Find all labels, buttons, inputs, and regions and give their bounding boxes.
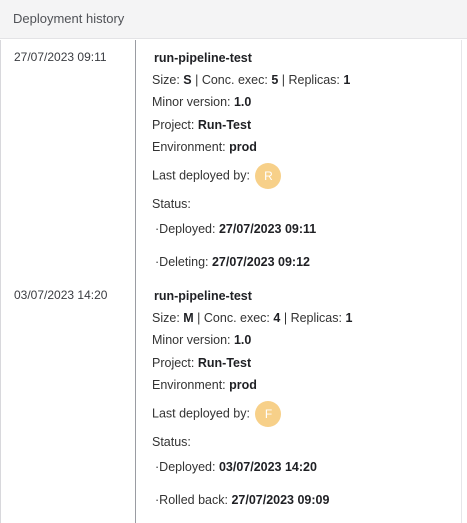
environment-line: Environment: prod — [152, 140, 257, 154]
minor-value: 1.0 — [233, 333, 252, 347]
conc-value: 4 — [273, 311, 281, 325]
size-value: M — [183, 311, 194, 325]
left-border — [0, 40, 1, 523]
minor-label: Minor version: — [152, 95, 231, 109]
deployed-by-line: Last deployed by: F — [152, 401, 282, 427]
status-item: ·Deployed: 03/07/2023 14:20 — [155, 460, 317, 474]
env-label: Environment: — [152, 378, 226, 392]
environment-line: Environment: prod — [152, 378, 257, 392]
minor-value: 1.0 — [233, 95, 252, 109]
replicas-label: Replicas: — [290, 311, 342, 325]
avatar[interactable]: R — [255, 163, 282, 189]
deployed-by-label: Last deployed by: — [152, 168, 250, 183]
right-border — [461, 40, 462, 523]
size-line: Size: S | Conc. exec: 5 | Replicas: 1 — [152, 73, 351, 87]
env-value: prod — [229, 140, 257, 154]
project-label: Project: — [152, 356, 195, 370]
conc-label: Conc. exec: — [201, 73, 268, 87]
deployment-history-panel: Deployment history 27/07/2023 09:11 run-… — [0, 0, 467, 523]
panel-title: Deployment history — [13, 11, 125, 26]
size-label: Size: — [152, 73, 180, 87]
size-line: Size: M | Conc. exec: 4 | Replicas: 1 — [152, 311, 353, 325]
conc-value: 5 — [271, 73, 279, 87]
deployed-by-line: Last deployed by: R — [152, 163, 282, 189]
status-item: ·Deployed: 27/07/2023 09:11 — [155, 222, 316, 236]
replicas-label: Replicas: — [288, 73, 340, 87]
panel-header: Deployment history — [0, 0, 467, 39]
avatar[interactable]: F — [255, 401, 282, 427]
project-line: Project: Run-Test — [152, 118, 251, 132]
status-item-value: 03/07/2023 14:20 — [218, 460, 317, 474]
status-item-label: ·Deployed: — [155, 222, 216, 236]
size-label: Size: — [152, 311, 180, 325]
pipeline-name: run-pipeline-test — [154, 289, 252, 303]
minor-label: Minor version: — [152, 333, 231, 347]
status-label: Status: — [152, 435, 191, 449]
conc-label: Conc. exec: — [203, 311, 270, 325]
status-item: ·Deleting: 27/07/2023 09:12 — [155, 255, 310, 269]
status-item-value: 27/07/2023 09:12 — [211, 255, 310, 269]
status-item-label: ·Deployed: — [155, 460, 216, 474]
status-item-label: ·Rolled back: — [155, 493, 228, 507]
entry-date: 27/07/2023 09:11 — [14, 50, 107, 64]
env-label: Environment: — [152, 140, 226, 154]
status-item: ·Rolled back: 27/07/2023 09:09 — [155, 493, 329, 507]
project-label: Project: — [152, 118, 195, 132]
project-line: Project: Run-Test — [152, 356, 251, 370]
minor-version-line: Minor version: 1.0 — [152, 95, 251, 109]
status-item-value: 27/07/2023 09:11 — [218, 222, 317, 236]
pipeline-name: run-pipeline-test — [154, 51, 252, 65]
entry-date: 03/07/2023 14:20 — [14, 288, 108, 302]
status-item-label: ·Deleting: — [155, 255, 209, 269]
status-label: Status: — [152, 197, 191, 211]
status-item-value: 27/07/2023 09:09 — [231, 493, 330, 507]
project-value: Run-Test — [197, 118, 252, 132]
env-value: prod — [229, 378, 257, 392]
timeline-divider — [135, 40, 136, 523]
project-value: Run-Test — [197, 356, 252, 370]
size-value: S — [183, 73, 192, 87]
minor-version-line: Minor version: 1.0 — [152, 333, 251, 347]
replicas-value: 1 — [343, 73, 351, 87]
deployed-by-label: Last deployed by: — [152, 406, 250, 421]
replicas-value: 1 — [345, 311, 353, 325]
